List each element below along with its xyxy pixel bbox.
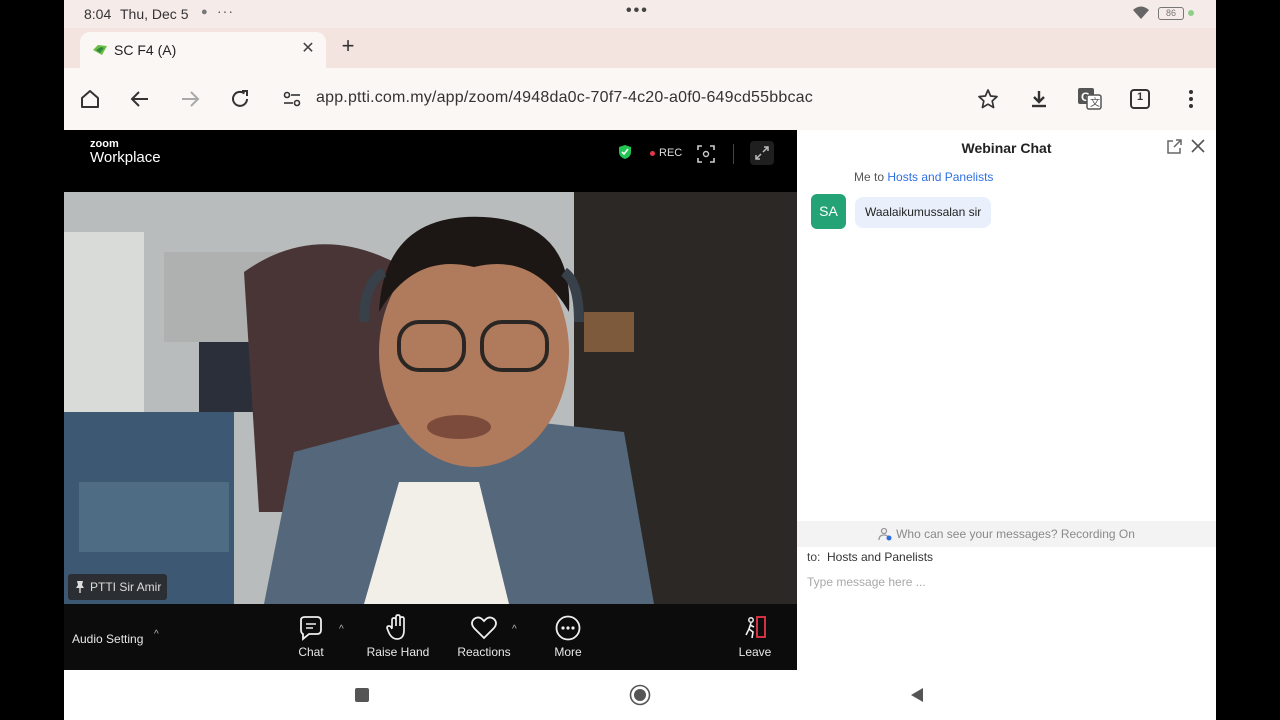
- hand-icon: [386, 614, 405, 640]
- close-icon[interactable]: [1189, 137, 1207, 155]
- back-button[interactable]: [126, 85, 154, 113]
- expand-icon: [755, 146, 769, 160]
- translate-icon: G 文: [1078, 88, 1102, 110]
- view-layout-icon[interactable]: [696, 144, 716, 164]
- tab-strip: SC F4 (A) ✕ +: [64, 28, 1216, 68]
- message-bubble: Waalaikumussalan sir: [855, 197, 992, 228]
- status-date: Thu, Dec 5: [120, 6, 189, 22]
- chat-options-caret-icon[interactable]: ^: [339, 624, 344, 635]
- charging-dot-icon: [1188, 10, 1194, 16]
- participant-name-tag: PTTI Sir Amir: [68, 574, 168, 600]
- forward-button[interactable]: [176, 85, 204, 113]
- recipient-selector[interactable]: Hosts and Panelists: [827, 550, 933, 564]
- multitask-dots-icon[interactable]: •••: [626, 2, 649, 20]
- star-icon: [978, 89, 998, 109]
- avatar: SA: [811, 194, 846, 229]
- more-icon: [555, 615, 581, 641]
- raise-hand-button[interactable]: Raise Hand: [358, 614, 438, 668]
- browser-tab[interactable]: SC F4 (A) ✕: [80, 32, 326, 68]
- more-notifications-icon: ···: [217, 3, 234, 19]
- browser-toolbar: app.ptti.com.my/app/zoom/4948da0c-70f7-4…: [64, 68, 1216, 130]
- meeting-controls-bar: Audio Setting ^ Chat ^ Raise Hand Reacti…: [64, 604, 797, 670]
- browser-menu-button[interactable]: [1177, 85, 1205, 113]
- tab-title: SC F4 (A): [114, 42, 177, 58]
- message-recipient[interactable]: Hosts and Panelists: [887, 170, 993, 184]
- chat-message-input[interactable]: [801, 570, 1211, 594]
- reactions-label: Reactions: [457, 645, 511, 659]
- mic-indicator-icon: ●: [201, 6, 208, 18]
- audio-caret-icon[interactable]: ^: [154, 629, 159, 640]
- site-favicon-icon: [93, 45, 107, 55]
- back-nav-icon[interactable]: [908, 686, 926, 704]
- pin-icon: [76, 581, 84, 593]
- battery-icon: 86: [1158, 7, 1184, 20]
- tablet-screen: 8:04 Thu, Dec 5 ● ··· ••• 86 SC F4 (A) ✕…: [64, 0, 1216, 720]
- site-settings-icon[interactable]: [282, 90, 302, 108]
- more-label: More: [554, 645, 582, 659]
- new-tab-button[interactable]: +: [336, 34, 360, 58]
- leave-button[interactable]: Leave: [715, 614, 795, 668]
- home-nav-icon[interactable]: [629, 684, 651, 706]
- webinar-chat-panel: Webinar Chat Me to Hosts and Panelists S…: [797, 130, 1216, 670]
- message-sender: Me: [854, 170, 871, 184]
- zoom-meeting-view: zoom Workplace REC PTTI Sir Amir Audio S…: [64, 130, 797, 670]
- reload-icon: [232, 90, 248, 107]
- download-icon: [1032, 91, 1046, 108]
- security-shield-icon[interactable]: [618, 144, 632, 160]
- home-icon: [81, 90, 99, 108]
- recording-indicator: REC: [650, 147, 682, 159]
- kebab-menu-icon: [1189, 90, 1193, 108]
- system-navigation-bar: [64, 670, 1216, 720]
- tab-count: 1: [1136, 91, 1144, 103]
- reactions-button[interactable]: Reactions: [444, 614, 524, 668]
- visibility-person-icon: [878, 527, 892, 541]
- chat-panel-title: Webinar Chat: [961, 140, 1052, 156]
- recipient-label: to:: [807, 550, 821, 564]
- message-to-word: to: [874, 170, 885, 184]
- url-text: app.ptti.com.my/app/zoom/4948da0c-70f7-4…: [316, 89, 813, 106]
- recents-icon[interactable]: [353, 686, 371, 704]
- message-header: Me to Hosts and Panelists: [854, 170, 993, 184]
- heart-icon: [471, 616, 497, 640]
- arrow-right-icon: [182, 91, 200, 107]
- chat-label: Chat: [298, 645, 324, 659]
- status-time: 8:04: [84, 6, 112, 22]
- zoom-workplace-logo: Workplace: [90, 149, 161, 166]
- chat-visibility-notice[interactable]: Who can see your messages? Recording On: [797, 521, 1216, 547]
- speaker-video-frame: [64, 192, 797, 604]
- raise-hand-label: Raise Hand: [366, 645, 430, 659]
- participant-name: PTTI Sir Amir: [90, 580, 162, 594]
- tab-close-icon[interactable]: ✕: [298, 39, 318, 59]
- popout-icon[interactable]: [1165, 138, 1183, 156]
- fullscreen-button[interactable]: [750, 141, 774, 165]
- home-button[interactable]: [76, 85, 104, 113]
- wifi-icon: [1133, 6, 1149, 19]
- toolbar-divider: [733, 144, 734, 164]
- more-button[interactable]: More: [528, 614, 608, 668]
- system-status-bar: 8:04 Thu, Dec 5 ● ··· ••• 86: [64, 0, 1216, 28]
- audio-setting-button[interactable]: Audio Setting: [72, 632, 143, 646]
- chat-notice-text: Who can see your messages? Recording On: [896, 527, 1135, 541]
- bookmark-button[interactable]: [974, 85, 1002, 113]
- speaker-video: [64, 192, 797, 604]
- reload-button[interactable]: [226, 85, 254, 113]
- chat-button[interactable]: Chat: [271, 614, 351, 668]
- reactions-options-caret-icon[interactable]: ^: [512, 624, 517, 635]
- leave-label: Leave: [738, 645, 772, 659]
- leave-icon: [745, 616, 766, 639]
- tab-switcher-button[interactable]: 1: [1126, 85, 1154, 113]
- chat-icon: [300, 616, 322, 641]
- download-button[interactable]: [1025, 85, 1053, 113]
- arrow-left-icon: [130, 91, 148, 107]
- translate-button[interactable]: G 文: [1076, 85, 1104, 113]
- svg-text:文: 文: [1090, 96, 1100, 109]
